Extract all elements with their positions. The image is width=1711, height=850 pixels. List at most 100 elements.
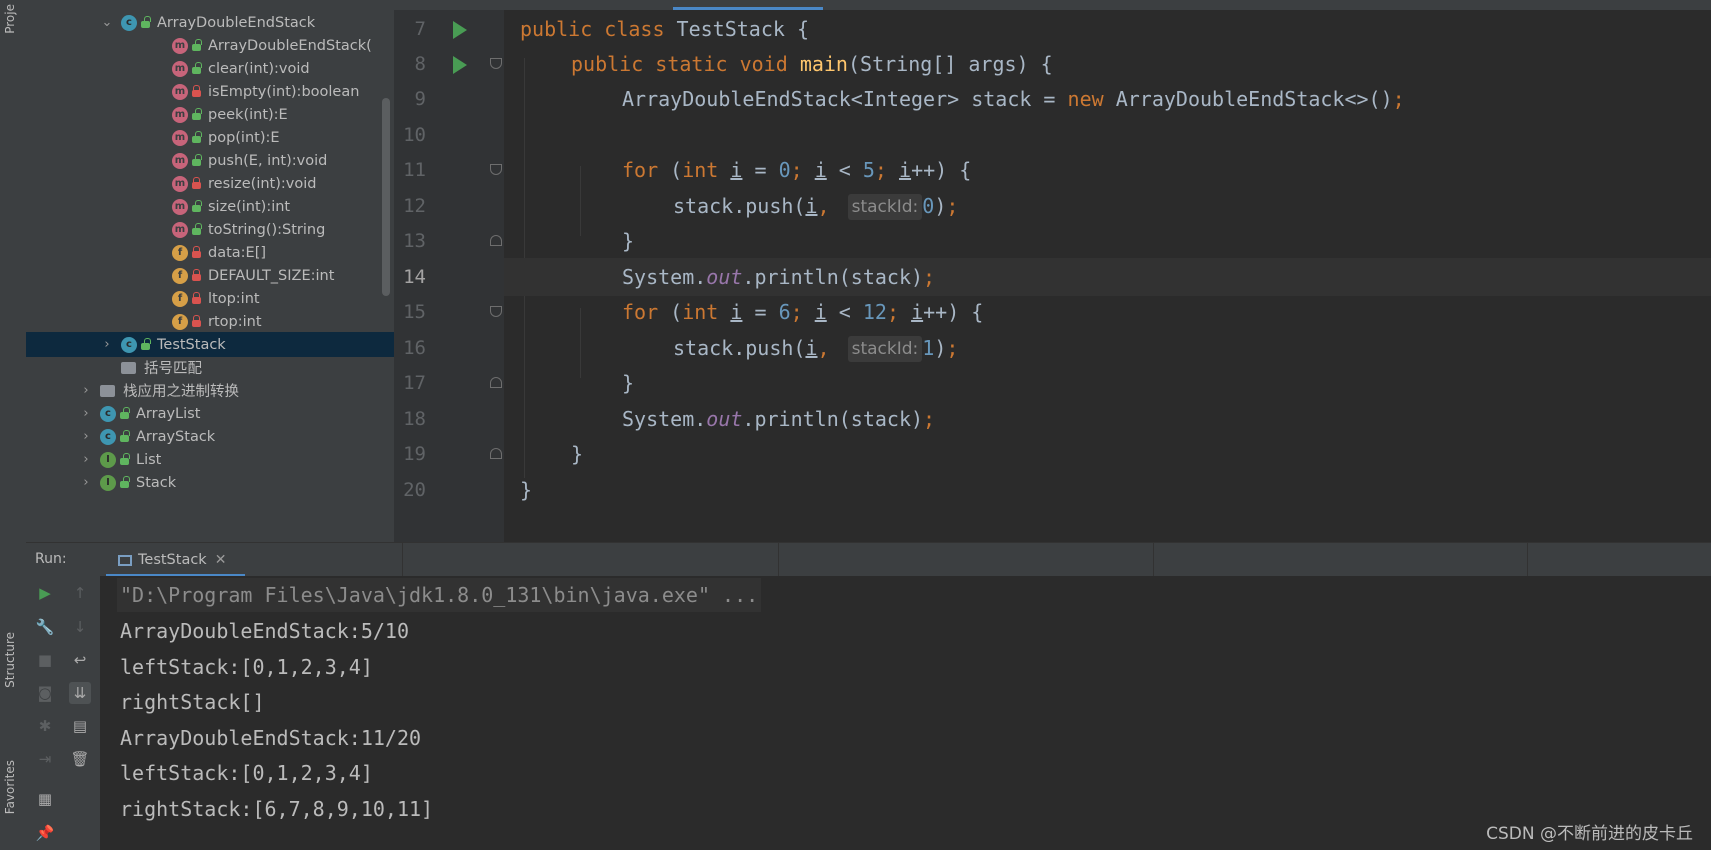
tree-item-label: push(E, int):void (208, 152, 328, 169)
chevron-right-icon[interactable]: › (80, 406, 92, 421)
print-icon[interactable]: ▤ (69, 715, 91, 737)
tree-item[interactable]: m ArrayDoubleEndStack( (26, 33, 394, 58)
tree-item[interactable]: f data:E[] (26, 240, 394, 265)
line-number: 16 (403, 337, 426, 359)
tree-item[interactable]: f rtop:int (26, 309, 394, 334)
public-unlock-icon (120, 452, 130, 465)
stop-icon[interactable]: ■ (34, 649, 56, 671)
gutter-line: 11 (394, 151, 504, 189)
package-icon (100, 384, 115, 397)
method-icon: m (172, 152, 188, 169)
tree-item[interactable]: › 栈应用之进制转换 (26, 378, 394, 403)
favorites-tool-tab[interactable]: Favorites (3, 760, 17, 814)
gutter-line: 7 (394, 10, 504, 48)
run-tab-label: TestStack (138, 552, 207, 568)
method-icon: m (172, 175, 188, 192)
soft-wrap-icon[interactable]: ↩ (69, 649, 91, 671)
tree-item[interactable]: m push(E, int):void (26, 148, 394, 173)
tree-item[interactable]: m resize(int):void (26, 171, 394, 196)
tree-item-label: resize(int):void (208, 175, 317, 192)
fold-marker-icon[interactable] (490, 235, 502, 246)
tree-item[interactable]: f ltop:int (26, 286, 394, 311)
tree-item-label: ltop:int (208, 290, 260, 307)
chevron-down-icon[interactable]: ⌄ (101, 15, 113, 30)
console-line: rightStack[] (120, 690, 265, 714)
code-line-19: } (571, 442, 584, 466)
gutter-line: 16 (394, 329, 504, 367)
chevron-right-icon[interactable]: › (80, 429, 92, 444)
layout-icon[interactable]: ▦ (34, 788, 56, 810)
tree-item[interactable]: 括号匹配 (26, 355, 394, 380)
tree-item[interactable]: m clear(int):void (26, 56, 394, 81)
line-number: 11 (403, 159, 426, 181)
exit-icon[interactable]: ⇥ (34, 748, 56, 770)
run-gutter-icon[interactable] (453, 21, 467, 39)
tree-scrollbar[interactable] (382, 98, 390, 296)
tree-item[interactable]: › c ArrayStack (26, 424, 394, 449)
chevron-right-icon[interactable]: › (80, 383, 92, 398)
divider (778, 543, 779, 577)
wrench-icon[interactable]: 🔧 (34, 616, 56, 638)
fold-marker-icon[interactable] (490, 306, 502, 317)
camera-icon[interactable]: ◙ (34, 682, 56, 704)
up-arrow-icon[interactable]: ↑ (69, 582, 91, 604)
console-line: leftStack:[0,1,2,3,4] (120, 655, 373, 679)
code-line-17: } (622, 371, 635, 395)
bug-icon[interactable]: ✱ (34, 715, 56, 737)
fold-marker-icon[interactable] (490, 377, 502, 388)
console-output[interactable]: "D:\Program Files\Java\jdk1.8.0_131\bin\… (100, 576, 1711, 850)
run-icon[interactable]: ▶ (34, 582, 56, 604)
code-line-7: public class TestStack { (520, 17, 810, 41)
tree-item[interactable]: ⌄ c ArrayDoubleEndStack (26, 10, 394, 35)
tree-item[interactable]: › I Stack (26, 470, 394, 495)
tree-item[interactable]: m peek(int):E (26, 102, 394, 127)
scroll-to-end-icon[interactable]: ⇊ (69, 682, 91, 704)
console-icon (118, 554, 132, 566)
line-number: 15 (403, 301, 426, 323)
project-tool-tab[interactable]: Proje (3, 4, 17, 34)
run-label: Run: (35, 551, 67, 567)
trash-icon[interactable]: 🗑 (69, 748, 91, 770)
public-unlock-icon (120, 429, 130, 442)
run-gutter-icon[interactable] (453, 56, 467, 74)
gutter-line: 12 (394, 187, 504, 225)
line-number: 8 (414, 53, 426, 75)
fold-marker-icon[interactable] (490, 58, 502, 69)
tree-item-label: List (136, 451, 162, 468)
line-number: 10 (403, 124, 426, 146)
tree-item[interactable]: › c TestStack (26, 332, 394, 357)
fold-marker-icon[interactable] (490, 164, 502, 175)
chevron-right-icon[interactable]: › (101, 337, 113, 352)
tree-item[interactable]: m pop(int):E (26, 125, 394, 150)
private-lock-icon (192, 176, 201, 189)
tree-item[interactable]: › c ArrayList (26, 401, 394, 426)
chevron-right-icon[interactable]: › (80, 452, 92, 467)
method-icon: m (172, 198, 188, 215)
chevron-right-icon[interactable]: › (80, 475, 92, 490)
public-unlock-icon (192, 107, 202, 120)
tree-item[interactable]: m size(int):int (26, 194, 394, 219)
method-icon: m (172, 221, 188, 238)
private-lock-icon (192, 314, 201, 327)
tree-item-label: Stack (136, 474, 177, 491)
gutter-line: 14 (394, 258, 504, 296)
tree-item[interactable]: f DEFAULT_SIZE:int (26, 263, 394, 288)
gutter-line: 17 (394, 364, 504, 402)
public-unlock-icon (192, 61, 202, 74)
fold-marker-icon[interactable] (490, 448, 502, 459)
structure-tool-tab[interactable]: Structure (3, 632, 17, 688)
tree-item-label: clear(int):void (208, 60, 310, 77)
private-lock-icon (192, 268, 201, 281)
tree-item[interactable]: m isEmpty(int):boolean (26, 79, 394, 104)
close-icon[interactable]: ✕ (215, 552, 227, 568)
line-number: 14 (403, 266, 426, 288)
code-editor[interactable]: public class TestStack { public static v… (504, 10, 1711, 542)
tree-item-label: ArrayStack (136, 428, 216, 445)
tree-item[interactable]: › I List (26, 447, 394, 472)
public-unlock-icon (192, 153, 202, 166)
down-arrow-icon[interactable]: ↓ (69, 616, 91, 638)
run-tab-teststack[interactable]: TestStack ✕ (106, 543, 226, 577)
pin-icon[interactable]: 📌 (34, 822, 56, 844)
code-line-12: stack.push(i, stackId: 0); (673, 194, 959, 220)
tree-item[interactable]: m toString():String (26, 217, 394, 242)
